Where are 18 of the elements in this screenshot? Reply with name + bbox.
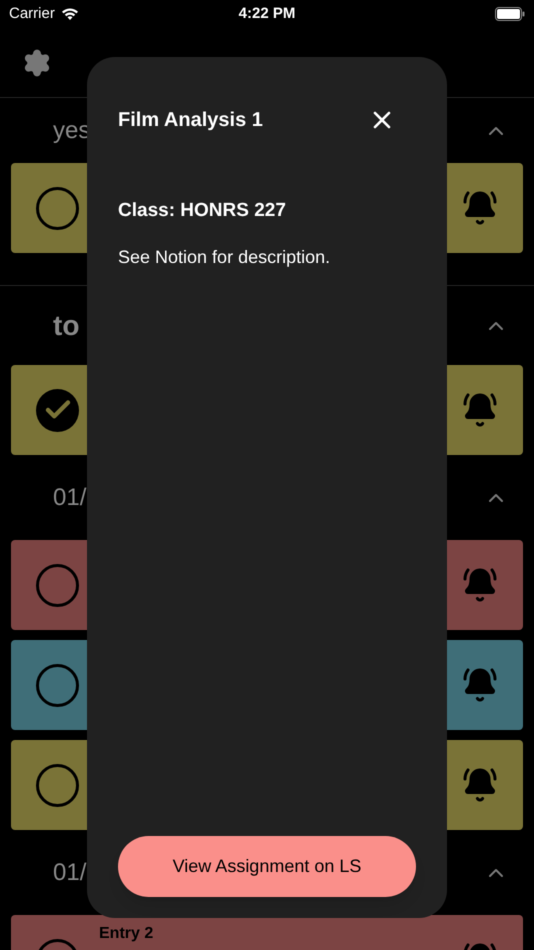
clock-label: 4:22 PM [238,4,296,24]
view-assignment-button[interactable]: View Assignment on LS [118,836,416,897]
battery-icon [495,7,525,21]
bell-icon[interactable] [462,667,498,703]
bell-icon[interactable] [462,567,498,603]
section-heading: 01/ [53,482,86,512]
settings-icon[interactable] [22,48,52,78]
wifi-icon [60,8,79,20]
class-label: Class: HONRS 227 [118,199,287,223]
carrier-label: Carrier [9,4,55,24]
task-title: Entry 2 [99,926,154,942]
dialog-title: Film Analysis 1 [118,108,263,133]
bell-icon[interactable] [462,392,498,428]
section-heading: 01/ [53,858,86,888]
bell-icon[interactable] [462,767,498,803]
section-heading: to [53,308,80,342]
description-text: See Notion for description. [118,246,332,269]
bell-icon[interactable] [462,190,498,226]
